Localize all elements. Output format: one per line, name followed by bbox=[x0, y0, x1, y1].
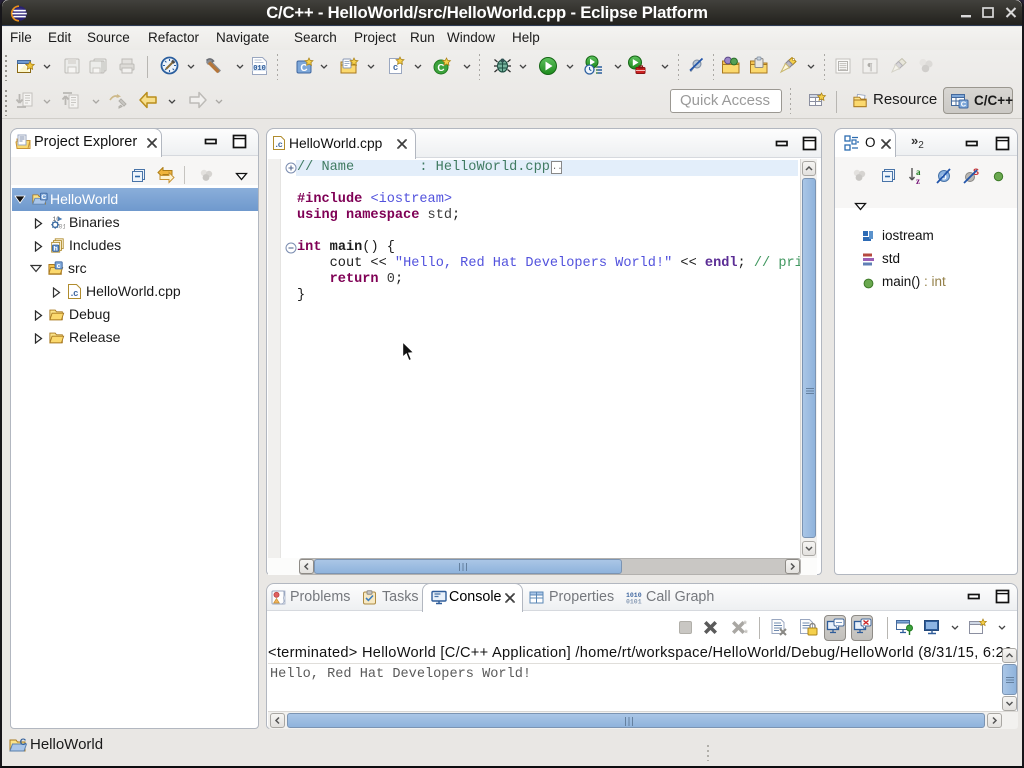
svg-text:h: h bbox=[54, 245, 58, 252]
svg-text:.c: .c bbox=[275, 139, 282, 149]
svg-text:01: 01 bbox=[59, 223, 65, 230]
svg-text:C: C bbox=[41, 194, 46, 201]
svg-text:C: C bbox=[437, 63, 444, 74]
svg-text:z: z bbox=[916, 176, 920, 185]
svg-text:C: C bbox=[961, 100, 967, 109]
svg-text:0101: 0101 bbox=[626, 599, 642, 605]
svg-text:.c: .c bbox=[71, 288, 79, 298]
svg-text:010: 010 bbox=[253, 65, 266, 73]
svg-text:¶: ¶ bbox=[868, 61, 873, 73]
svg-text:c: c bbox=[57, 262, 61, 270]
svg-text:C: C bbox=[20, 737, 27, 747]
svg-text:c: c bbox=[393, 62, 398, 72]
